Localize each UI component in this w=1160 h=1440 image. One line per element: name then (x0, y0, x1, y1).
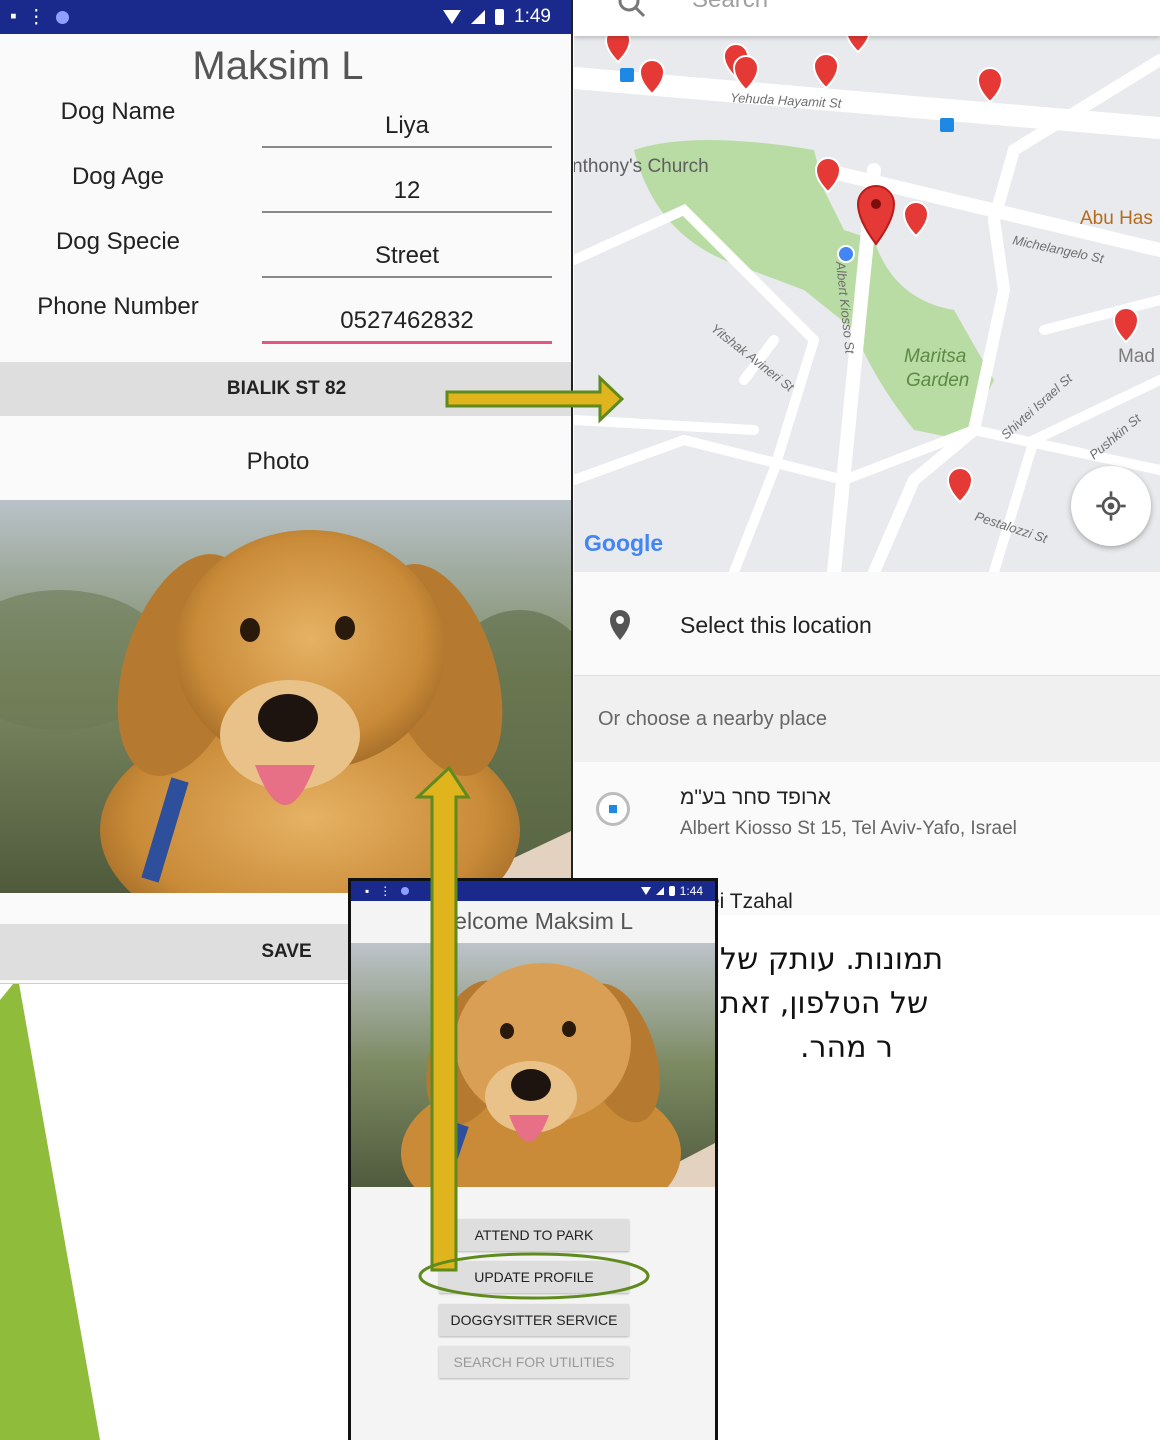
dog-specie-input[interactable]: Street (262, 242, 552, 278)
slide-text-line: תמונות. עותק של (720, 942, 944, 977)
wifi-icon (443, 10, 462, 24)
status-bar: ▪ ⋮ 1:49 (0, 0, 571, 34)
dog-specie-label: Dog Specie (55, 228, 181, 255)
poi-label-abu: Abu Has (1080, 208, 1153, 229)
slide: ▪ ⋮ 1:49 Maksim L Dog Name Liya Dog Age … (0, 0, 1160, 1440)
sync-icon: ⋮ (26, 6, 46, 28)
dog-photo (351, 943, 715, 1187)
welcome-title: Welcome Maksim L (432, 908, 634, 934)
status-time: 1:44 (679, 884, 703, 898)
profile-title: Maksim L (192, 44, 364, 88)
slide-text-line: של הטלפון, זאת (720, 986, 929, 1021)
poi-label-church: nthony's Church (574, 156, 709, 177)
nearby-places-label: Or choose a nearby place (598, 708, 828, 730)
search-bar[interactable]: Search (574, 0, 1160, 36)
place-name: ארופד סחר בע"מ (680, 786, 831, 809)
place-address: Albert Kiosso St 15, Tel Aviv-Yafo, Isra… (680, 818, 1017, 839)
select-this-location-row[interactable]: Select this location (574, 572, 1160, 676)
place-picker-screen: Yehuda Hayamit St Michelangelo St Albert… (574, 0, 1160, 915)
poi-label-maritsa: Maritsa (904, 346, 966, 367)
signal-icon (655, 887, 664, 895)
current-location-dot (837, 245, 855, 263)
map-pin-icon (610, 610, 630, 640)
main-menu-screen: ▪ ⋮ 1:44 Welcome Maksim L ATTEND TO PARK… (348, 878, 718, 1440)
status-bar: ▪ ⋮ 1:44 (351, 881, 715, 901)
map-view[interactable]: Yehuda Hayamit St Michelangelo St Albert… (574, 0, 1160, 572)
photo-label: Photo (246, 448, 310, 475)
google-logo-text: Google (584, 530, 664, 556)
transit-icon (620, 68, 634, 82)
dog-age-input[interactable]: 12 (262, 177, 552, 213)
google-logo: Google (584, 530, 663, 557)
slide-green-wedge (0, 978, 100, 1440)
battery-icon (495, 9, 505, 25)
profile-screen: ▪ ⋮ 1:49 Maksim L Dog Name Liya Dog Age … (0, 0, 573, 984)
dog-name-label: Dog Name (60, 98, 176, 125)
search-icon[interactable] (614, 0, 650, 22)
phone-number-input[interactable]: 0527462832 (262, 307, 552, 344)
my-location-button[interactable] (1071, 466, 1151, 546)
person-icon: ▪ (10, 6, 17, 27)
notification-dot-icon (401, 887, 410, 895)
attend-to-park-button[interactable]: ATTEND TO PARK (439, 1219, 629, 1251)
address-button[interactable]: BIALIK ST 82 (0, 362, 571, 416)
place-name: ei Tzahal (708, 890, 793, 913)
search-for-utilities-button[interactable]: SEARCH FOR UTILITIES (439, 1346, 629, 1378)
place-radio-icon (596, 792, 630, 826)
notification-dot-icon (55, 10, 69, 24)
dog-name-input[interactable]: Liya (262, 112, 552, 148)
status-time: 1:49 (514, 6, 551, 27)
nearby-places-header: Or choose a nearby place (574, 676, 1160, 762)
person-icon: ▪ (365, 884, 370, 898)
slide-body-text: תמונות. עותק של של הטלפון, זאת ר מהר. (720, 938, 1160, 1070)
sync-icon: ⋮ (379, 884, 392, 898)
signal-icon (471, 10, 486, 24)
update-profile-button[interactable]: UPDATE PROFILE (439, 1261, 629, 1293)
battery-icon (668, 886, 675, 896)
my-location-icon (1096, 491, 1126, 521)
search-input[interactable]: Search (692, 0, 768, 14)
nearby-place-item[interactable]: ארופד סחר בע"מ Albert Kiosso St 15, Tel … (574, 762, 1160, 872)
phone-number-label: Phone Number (37, 293, 199, 320)
select-location-label: Select this location (680, 612, 872, 638)
doggysitter-service-button[interactable]: DOGGYSITTER SERVICE (439, 1304, 629, 1336)
wifi-icon (640, 887, 651, 895)
poi-label-garden: Garden (906, 370, 969, 391)
dog-age-label: Dog Age (71, 163, 165, 190)
transit-icon (940, 118, 954, 132)
slide-text-line: ר מהר. (800, 1030, 893, 1065)
dog-photo[interactable] (0, 500, 573, 893)
poi-label-mad: Mad (1118, 346, 1155, 367)
